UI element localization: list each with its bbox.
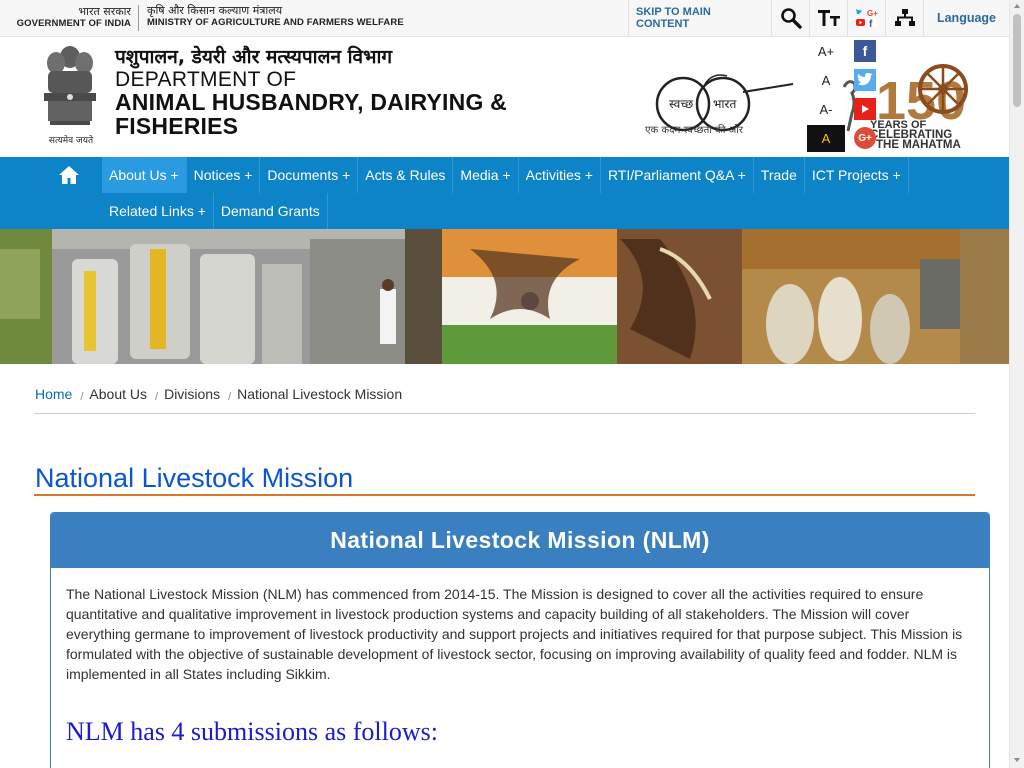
breadcrumb-divisions[interactable]: Divisions bbox=[164, 386, 220, 402]
breadcrumb-home[interactable]: Home bbox=[35, 386, 72, 402]
intro-paragraph: The National Livestock Mission (NLM) has… bbox=[66, 586, 963, 682]
breadcrumb-divider bbox=[34, 413, 975, 414]
breadcrumb-separator: / bbox=[228, 391, 232, 403]
nav-home-link[interactable] bbox=[52, 157, 86, 193]
facebook-icon[interactable]: f bbox=[854, 40, 876, 62]
nav-item-ict-projects[interactable]: ICT Projects + bbox=[805, 157, 909, 193]
ministry-label: कृषि और किसान कल्याण मंत्रालय MINISTRY O… bbox=[138, 5, 404, 31]
font-decrease-label: A- bbox=[819, 102, 833, 117]
department-name-hindi: पशुपालन, डेयरी और मत्स्यपालन विभाग bbox=[115, 46, 393, 68]
nav-item-notices[interactable]: Notices + bbox=[187, 157, 261, 193]
skip-to-main-content-link[interactable]: SKIP TO MAIN CONTENT bbox=[628, 0, 771, 36]
swachh-tagline: एक कदम स्वच्छता की ओर bbox=[645, 125, 743, 136]
top-bar: भारत सरकार GOVERNMENT OF INDIA कृषि और क… bbox=[0, 0, 1009, 37]
panel-title: National Livestock Mission (NLM) bbox=[51, 513, 989, 568]
government-label: भारत सरकार GOVERNMENT OF INDIA bbox=[15, 6, 131, 30]
main-navigation: About Us + Notices + Documents + Acts & … bbox=[0, 157, 1009, 229]
banner-image bbox=[0, 229, 1009, 364]
department-name-line2: ANIMAL HUSBANDRY, DAIRYING & FISHERIES bbox=[115, 89, 507, 139]
svg-text:G+: G+ bbox=[867, 9, 878, 18]
submissions-heading: NLM has 4 submissions as follows: bbox=[66, 717, 438, 746]
top-bar-tools: SKIP TO MAIN CONTENT G+ f Language bbox=[628, 0, 1009, 36]
swachh-right-text: भारत bbox=[713, 97, 737, 111]
page-title-underline bbox=[34, 494, 975, 496]
nav-item-related-links[interactable]: Related Links + bbox=[102, 193, 214, 229]
breadcrumb-separator: / bbox=[80, 391, 84, 403]
twitter-icon[interactable] bbox=[854, 69, 876, 91]
panel-body: The National Livestock Mission (NLM) has… bbox=[51, 568, 989, 746]
breadcrumb: Home / About Us / Divisions / National L… bbox=[35, 386, 403, 403]
google-plus-icon[interactable]: G+ bbox=[854, 127, 876, 149]
breadcrumb-about-us[interactable]: About Us bbox=[89, 386, 147, 402]
text-size-button[interactable] bbox=[809, 0, 847, 36]
nav-row-2: Related Links + Demand Grants bbox=[102, 193, 328, 229]
scrollbar-thumb[interactable] bbox=[1013, 14, 1021, 107]
social-media-icon: G+f bbox=[855, 9, 878, 30]
youtube-icon[interactable] bbox=[854, 98, 876, 120]
nav-item-documents[interactable]: Documents + bbox=[260, 157, 359, 193]
nav-row-1: About Us + Notices + Documents + Acts & … bbox=[102, 157, 909, 193]
language-selector[interactable]: Language bbox=[923, 0, 1009, 36]
breadcrumb-current: National Livestock Mission bbox=[237, 386, 403, 402]
page-scrollbar[interactable] bbox=[1009, 0, 1024, 768]
emblem-caption: सत्यमेव जयते bbox=[48, 136, 94, 146]
font-increase-label: A+ bbox=[817, 44, 835, 59]
search-button[interactable] bbox=[771, 0, 809, 36]
social-media-button[interactable]: G+ f bbox=[847, 0, 885, 36]
nav-item-activities[interactable]: Activities + bbox=[519, 157, 601, 193]
social-links: f G+ bbox=[854, 40, 876, 156]
nav-item-media[interactable]: Media + bbox=[453, 157, 519, 193]
gandhi-text-line3: THE MAHATMA bbox=[876, 139, 961, 151]
scroll-up-arrow-icon[interactable] bbox=[1014, 4, 1020, 8]
font-normal-label: A bbox=[821, 73, 831, 88]
page-title: National Livestock Mission bbox=[35, 463, 354, 493]
search-icon bbox=[780, 8, 802, 29]
nav-item-trade[interactable]: Trade bbox=[754, 157, 805, 193]
government-english: GOVERNMENT OF INDIA bbox=[16, 18, 131, 29]
ministry-english: MINISTRY OF AGRICULTURE AND FARMERS WELF… bbox=[147, 17, 404, 28]
nav-item-acts-rules[interactable]: Acts & Rules bbox=[358, 157, 454, 193]
scroll-down-arrow-icon[interactable] bbox=[1014, 758, 1020, 762]
sitemap-button[interactable] bbox=[885, 0, 923, 36]
national-emblem-icon bbox=[44, 46, 96, 125]
site-header: सत्यमेव जयते पशुपालन, डेयरी और मत्स्यपाल… bbox=[0, 37, 1009, 157]
sitemap-icon bbox=[894, 9, 915, 26]
breadcrumb-separator: / bbox=[155, 391, 159, 403]
nav-item-about-us[interactable]: About Us + bbox=[102, 157, 187, 193]
ministry-hindi: कृषि और किसान कल्याण मंत्रालय bbox=[147, 4, 283, 17]
text-size-icon bbox=[817, 10, 840, 26]
swachh-left-text: स्वच्छ bbox=[669, 97, 693, 111]
government-hindi: भारत सरकार bbox=[78, 5, 131, 18]
nav-item-demand-grants[interactable]: Demand Grants bbox=[214, 193, 328, 229]
high-contrast-label: A bbox=[821, 131, 831, 146]
home-icon bbox=[59, 166, 79, 184]
nav-item-rti-parliament[interactable]: RTI/Parliament Q&A + bbox=[601, 157, 754, 193]
content-panel: National Livestock Mission (NLM) The Nat… bbox=[50, 512, 990, 768]
